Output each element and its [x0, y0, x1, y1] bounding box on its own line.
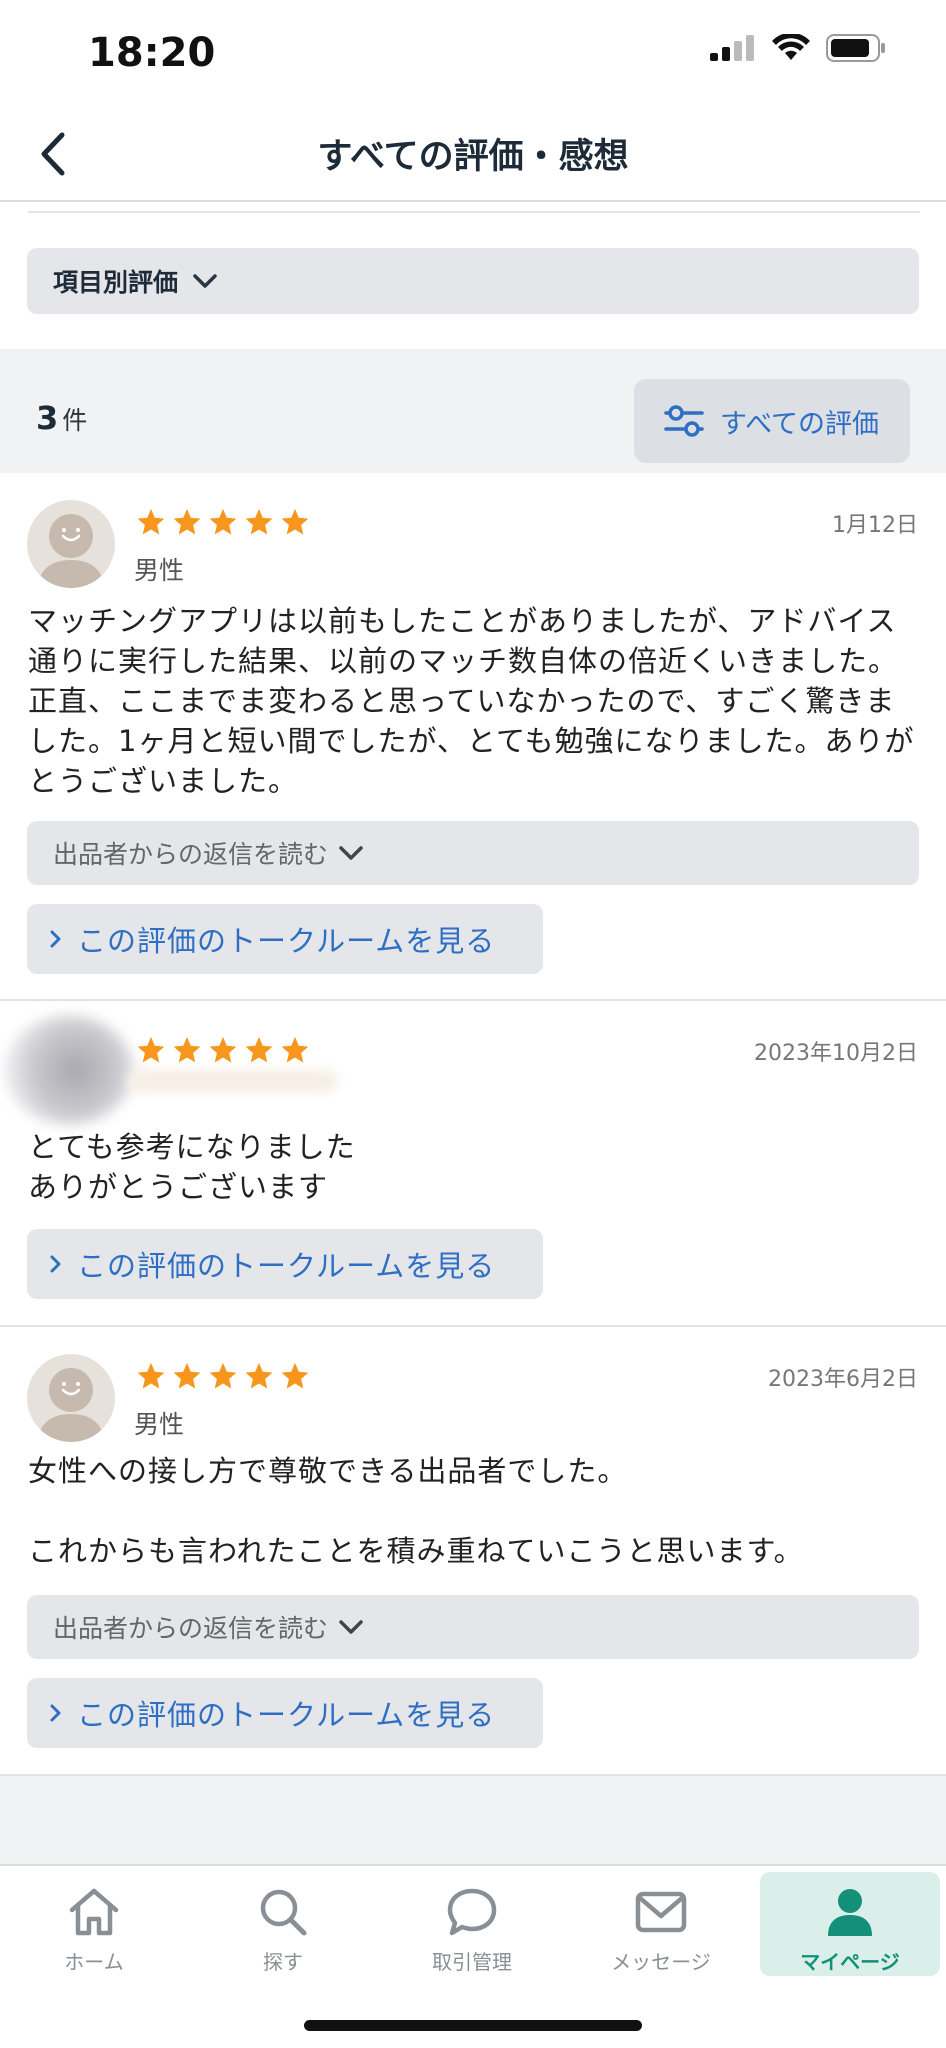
review-card: 男性 1月12日 マッチングアプリは以前もしたことがありましたが、アドバイス通り… [0, 473, 946, 1001]
status-bar: 18:20 [0, 0, 946, 108]
tab-search[interactable]: 探す [193, 1872, 373, 1976]
review-date: 2023年6月2日 [768, 1367, 918, 1392]
tab-mypage-label: マイページ [800, 1950, 900, 1974]
review-count-unit: 件 [62, 406, 88, 435]
chevron-right-icon [50, 1255, 61, 1273]
view-talkroom-button[interactable]: この評価のトークルームを見る [27, 904, 543, 974]
review-count-number: 3 [36, 399, 59, 437]
review-text: 女性への接し方で尊敬できる出品者でした。 これからも言われたことを積み重ねていこ… [28, 1454, 804, 1568]
read-reply-toggle[interactable]: 出品者からの返信を読む [27, 1595, 919, 1659]
chevron-down-icon [339, 1620, 363, 1634]
star-icon [209, 1362, 237, 1389]
read-reply-toggle[interactable]: 出品者からの返信を読む [27, 821, 919, 885]
view-talkroom-button[interactable]: この評価のトークルームを見る [27, 1678, 543, 1748]
star-icon [209, 1036, 237, 1063]
review-summary-bar: 3 件 すべての評価 [0, 349, 946, 473]
search-icon [260, 1889, 307, 1936]
section-divider [28, 211, 920, 213]
chevron-down-icon [339, 846, 363, 860]
view-talkroom-label: この評価のトークルームを見る [77, 1249, 496, 1283]
tab-mypage[interactable]: マイページ [760, 1872, 940, 1976]
star-icon [173, 508, 201, 535]
home-icon [69, 1888, 119, 1936]
avatar [4, 1015, 134, 1125]
chevron-right-icon [50, 930, 61, 948]
category-rating-toggle[interactable]: 項目別評価 [27, 248, 919, 314]
star-icon [281, 1362, 309, 1389]
nav-bar: すべての評価・感想 [0, 108, 946, 200]
page-title: すべての評価・感想 [317, 137, 629, 177]
review-date: 1月12日 [832, 513, 918, 538]
avatar [27, 500, 115, 588]
reviewer-gender: 男性 [134, 556, 185, 585]
star-icon [137, 1362, 165, 1389]
review-card: 2023年10月2日 とても参考になりました ありがとうございます この評価のト… [0, 1001, 946, 1327]
star-rating [136, 507, 310, 537]
read-reply-label: 出品者からの返信を読む [53, 1614, 329, 1643]
tab-messages[interactable]: メッセージ [571, 1872, 751, 1976]
star-icon [209, 508, 237, 535]
review-text: マッチングアプリは以前もしたことがありましたが、アドバイス通りに実行した結果、以… [28, 604, 915, 798]
view-talkroom-label: この評価のトークルームを見る [77, 1698, 496, 1732]
signal-icon [710, 35, 754, 61]
chevron-right-icon [50, 1704, 61, 1722]
tab-search-label: 探す [263, 1950, 303, 1974]
category-rating-label: 項目別評価 [53, 268, 179, 297]
reviewer-name-redacted [128, 1069, 338, 1093]
rating-filter-button[interactable]: すべての評価 [634, 379, 910, 463]
star-icon [281, 1036, 309, 1063]
chat-bubble-icon [447, 1888, 497, 1936]
avatar [27, 1354, 115, 1442]
star-icon [137, 1036, 165, 1063]
tab-home-label: ホーム [64, 1950, 124, 1974]
person-icon [828, 1889, 872, 1936]
star-icon [281, 508, 309, 535]
mail-icon [635, 1891, 687, 1933]
star-icon [245, 1036, 273, 1063]
view-talkroom-button[interactable]: この評価のトークルームを見る [27, 1229, 543, 1299]
sliders-icon [664, 405, 704, 437]
header-divider [0, 200, 946, 202]
star-icon [137, 508, 165, 535]
read-reply-label: 出品者からの返信を読む [53, 840, 329, 869]
status-time: 18:20 [88, 30, 216, 76]
list-footer-spacer [0, 1776, 946, 1864]
review-date: 2023年10月2日 [754, 1041, 918, 1066]
wifi-icon [772, 34, 810, 60]
rating-filter-label: すべての評価 [720, 408, 880, 440]
review-card: 男性 2023年6月2日 女性への接し方で尊敬できる出品者でした。 これからも言… [0, 1327, 946, 1776]
tab-messages-label: メッセージ [611, 1950, 711, 1974]
star-icon [173, 1036, 201, 1063]
tab-transactions[interactable]: 取引管理 [382, 1872, 562, 1976]
review-text: とても参考になりました ありがとうございます [28, 1130, 356, 1204]
star-icon [245, 1362, 273, 1389]
star-icon [173, 1362, 201, 1389]
star-rating [136, 1035, 310, 1065]
home-indicator [304, 2020, 642, 2031]
star-icon [245, 508, 273, 535]
star-rating [136, 1361, 310, 1391]
tab-home[interactable]: ホーム [4, 1872, 184, 1976]
reviewer-gender: 男性 [134, 1410, 185, 1439]
review-count: 3 件 [36, 399, 87, 437]
tab-transactions-label: 取引管理 [432, 1950, 512, 1974]
status-icons [710, 34, 886, 62]
view-talkroom-label: この評価のトークルームを見る [77, 924, 496, 958]
battery-icon [826, 34, 885, 62]
chevron-down-icon [193, 274, 217, 288]
